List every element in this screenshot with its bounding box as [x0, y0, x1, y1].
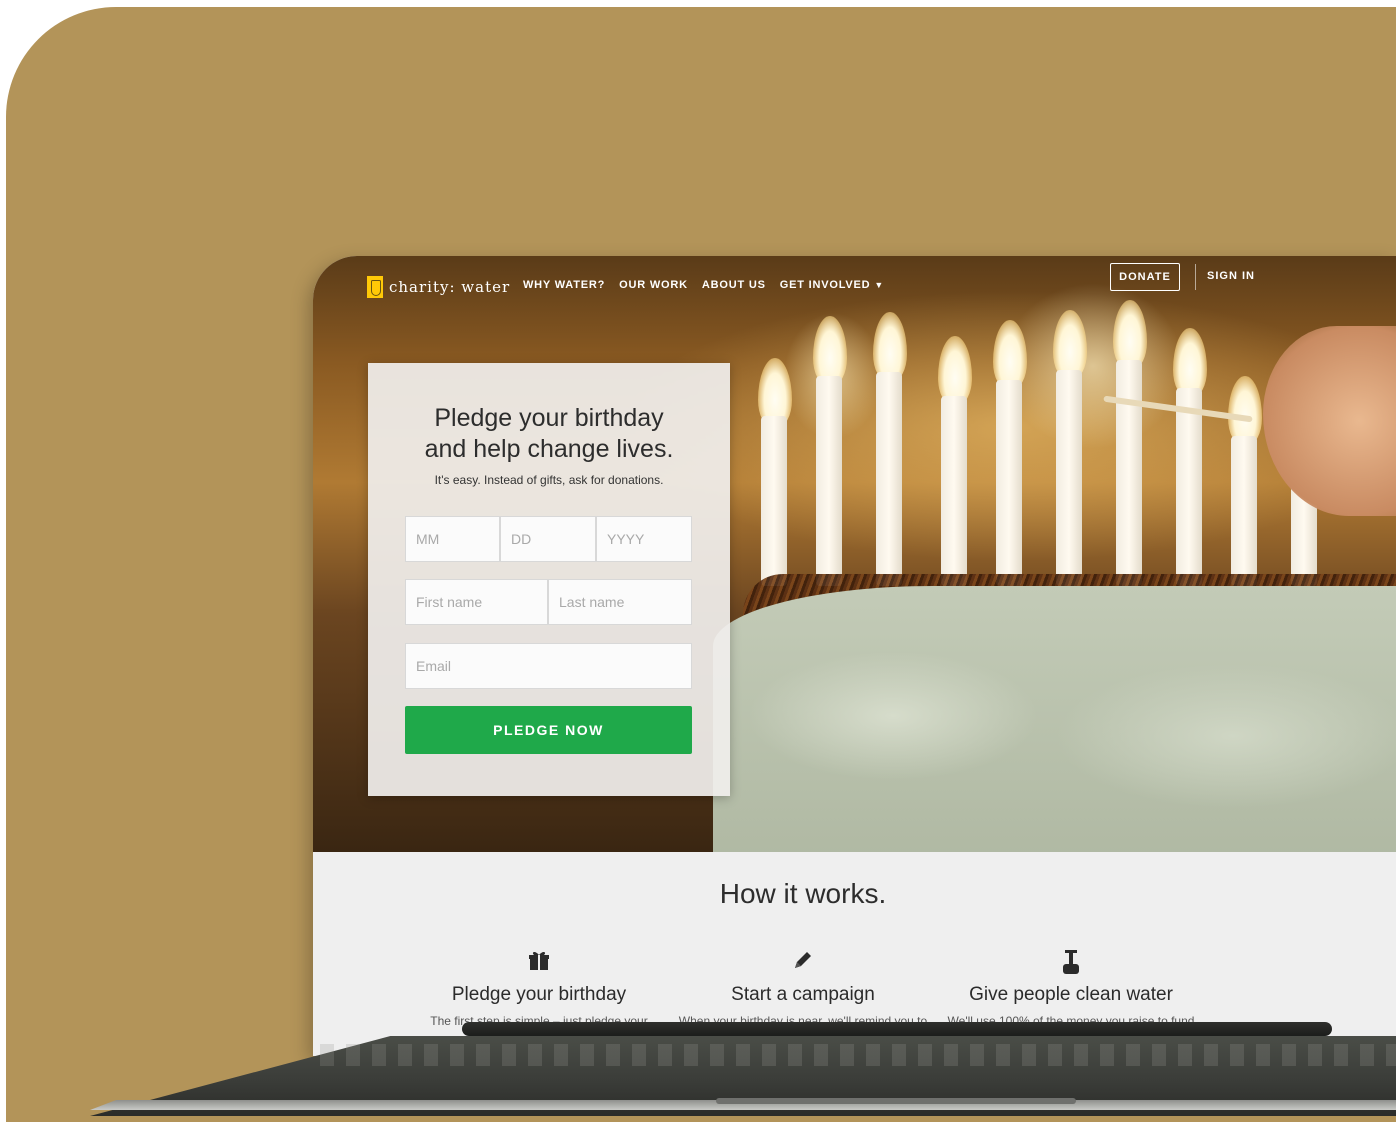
- pledge-form-panel: Pledge your birthday and help change liv…: [368, 363, 730, 796]
- step-title: Give people clean water: [969, 984, 1173, 1005]
- nav-link-get-involved[interactable]: GET INVOLVED ▼: [780, 279, 884, 291]
- jerry-can-icon: [367, 276, 383, 298]
- top-nav: charity: water WHY WATER? OUR WORK ABOUT…: [313, 256, 1396, 316]
- name-fields: First name Last name: [405, 579, 692, 625]
- form-title-line2: and help change lives.: [424, 435, 674, 463]
- step-campaign: Start a campaign When your birthday is n…: [673, 948, 933, 1028]
- logo[interactable]: charity: water: [367, 276, 510, 298]
- email-input[interactable]: Email: [405, 643, 692, 689]
- pledge-now-button[interactable]: PLEDGE NOW: [405, 706, 692, 754]
- day-input[interactable]: DD: [500, 516, 596, 562]
- step-title: Pledge your birthday: [451, 984, 627, 1005]
- sign-in-link[interactable]: SIGN IN: [1207, 270, 1255, 282]
- nav-link-get-involved-label: GET INVOLVED: [779, 279, 871, 291]
- nav-link-our-work[interactable]: OUR WORK: [619, 279, 688, 291]
- nav-link-why-water[interactable]: WHY WATER?: [523, 279, 605, 291]
- nav-link-about-us[interactable]: ABOUT US: [702, 279, 766, 291]
- candle: [816, 376, 842, 586]
- candle: [1056, 370, 1082, 586]
- how-it-works-title: How it works.: [719, 878, 887, 909]
- candle: [1231, 436, 1257, 586]
- candle: [996, 380, 1022, 586]
- nav-divider: [1195, 264, 1196, 290]
- year-input[interactable]: YYYY: [596, 516, 692, 562]
- gift-icon: [409, 948, 669, 978]
- form-title-line1: Pledge your birthday: [434, 404, 664, 432]
- logo-text: charity: water: [389, 278, 511, 296]
- step-title: Start a campaign: [731, 984, 875, 1005]
- candle: [941, 396, 967, 586]
- hand: [1263, 326, 1396, 516]
- step-pledge: Pledge your birthday The first step is s…: [409, 948, 669, 1028]
- laptop-notch: [716, 1098, 1076, 1104]
- water-pump-icon: [941, 948, 1201, 978]
- cake-frosting: [713, 586, 1396, 886]
- laptop-screen: charity: water WHY WATER? OUR WORK ABOUT…: [313, 256, 1396, 1056]
- donate-button[interactable]: DONATE: [1110, 263, 1180, 291]
- email-row: Email: [405, 643, 692, 689]
- pencil-icon: [673, 948, 933, 978]
- form-subtitle: It's easy. Instead of gifts, ask for don…: [434, 473, 664, 487]
- first-name-input[interactable]: First name: [405, 579, 548, 625]
- candle: [761, 416, 787, 586]
- last-name-input[interactable]: Last name: [548, 579, 692, 625]
- month-input[interactable]: MM: [405, 516, 500, 562]
- birthday-fields: MM DD YYYY: [405, 516, 692, 562]
- nav-links: WHY WATER? OUR WORK ABOUT US GET INVOLVE…: [523, 279, 884, 291]
- keyboard-keys: [320, 1044, 1396, 1066]
- caret-down-icon: ▼: [874, 280, 885, 290]
- form-title: Pledge your birthday and help change liv…: [368, 403, 730, 465]
- candle: [876, 372, 902, 586]
- step-give-water: Give people clean water We'll use 100% o…: [941, 948, 1201, 1028]
- candle: [1176, 388, 1202, 586]
- candle: [1116, 360, 1142, 586]
- laptop-hinge: [462, 1022, 1332, 1036]
